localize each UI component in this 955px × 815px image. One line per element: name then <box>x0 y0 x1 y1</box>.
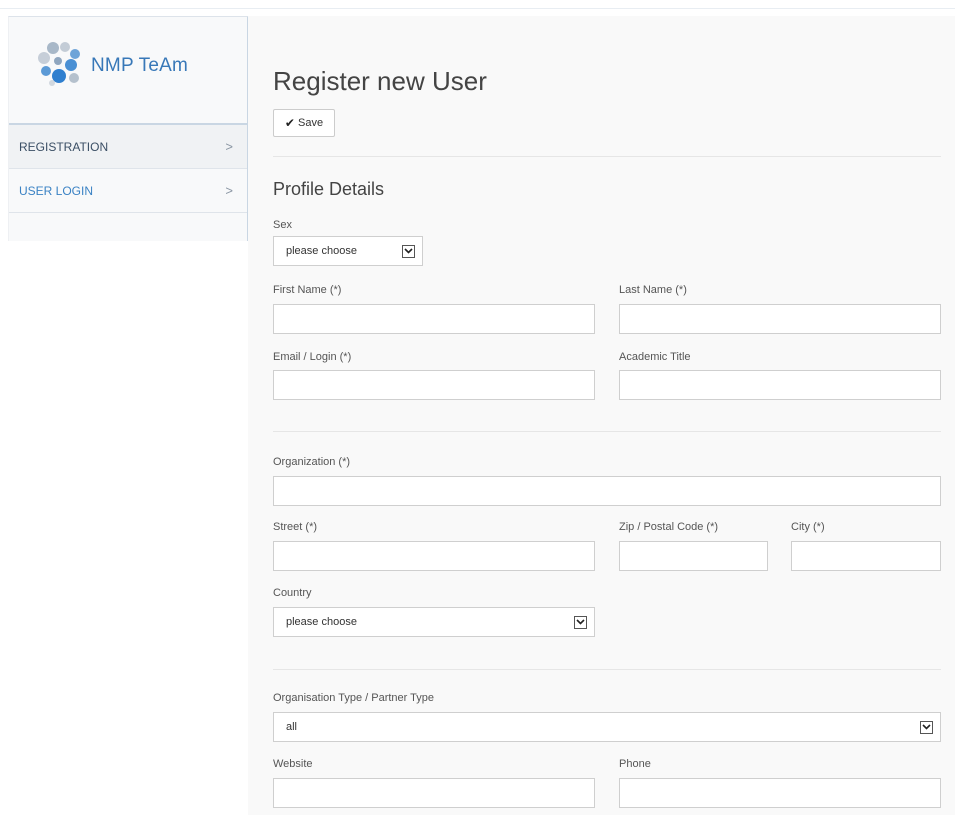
website-label: Website <box>273 758 313 770</box>
org-type-label: Organisation Type / Partner Type <box>273 692 435 704</box>
chevron-down-icon <box>574 615 587 629</box>
street-label: Street (*) <box>273 521 318 533</box>
org-type-select-value: all <box>286 721 298 733</box>
city-label: City (*) <box>791 521 825 533</box>
sex-label: Sex <box>273 219 292 231</box>
academic-title-label: Academic Title <box>619 351 691 363</box>
save-button-label: Save <box>297 117 324 129</box>
sidebar-item-label: REGISTRATION <box>19 139 109 154</box>
section-heading-profile: Profile Details <box>273 179 385 199</box>
organization-label: Organization (*) <box>273 456 351 468</box>
last-name-input[interactable] <box>619 304 941 334</box>
top-border <box>0 8 955 9</box>
divider <box>273 431 941 432</box>
zip-label: Zip / Postal Code (*) <box>619 521 719 533</box>
sidebar: NMP TeAm REGISTRATION > USER LOGIN > <box>8 16 249 241</box>
street-input[interactable] <box>273 541 595 571</box>
organization-input[interactable] <box>273 476 941 506</box>
save-button[interactable]: ✔ Save <box>273 109 335 137</box>
page-title: Register new User <box>273 66 487 96</box>
sidebar-item-registration[interactable]: REGISTRATION > <box>9 125 247 169</box>
molecule-logo-icon <box>38 42 80 86</box>
sex-select-value: please choose <box>286 245 357 257</box>
divider <box>273 669 941 670</box>
chevron-right-icon: > <box>225 183 233 198</box>
org-type-select[interactable]: all <box>273 712 941 742</box>
city-input[interactable] <box>791 541 941 571</box>
email-input[interactable] <box>273 370 595 400</box>
website-input[interactable] <box>273 778 595 808</box>
last-name-label: Last Name (*) <box>619 284 687 296</box>
checkmark-icon: ✔ <box>284 116 295 130</box>
country-select[interactable]: please choose <box>273 607 595 637</box>
sidebar-item-user-login[interactable]: USER LOGIN > <box>9 169 247 213</box>
phone-input[interactable] <box>619 778 941 808</box>
logo[interactable]: NMP TeAm <box>9 17 247 125</box>
page: NMP TeAm REGISTRATION > USER LOGIN > Reg… <box>0 0 955 815</box>
phone-label: Phone <box>619 758 651 770</box>
email-label: Email / Login (*) <box>273 351 352 363</box>
chevron-down-icon <box>402 244 415 258</box>
divider <box>273 156 941 157</box>
first-name-input[interactable] <box>273 304 595 334</box>
zip-input[interactable] <box>619 541 768 571</box>
sex-select[interactable]: please choose <box>273 236 423 266</box>
main-content: Register new User ✔ Save Profile Details… <box>248 16 955 815</box>
first-name-label: First Name (*) <box>273 284 342 296</box>
academic-title-input[interactable] <box>619 370 941 400</box>
chevron-right-icon: > <box>225 139 233 154</box>
country-select-value: please choose <box>286 616 357 628</box>
brand-name: NMP TeAm <box>91 55 188 76</box>
sidebar-item-label: USER LOGIN <box>19 183 94 198</box>
country-label: Country <box>273 587 312 599</box>
chevron-down-icon <box>920 720 933 734</box>
